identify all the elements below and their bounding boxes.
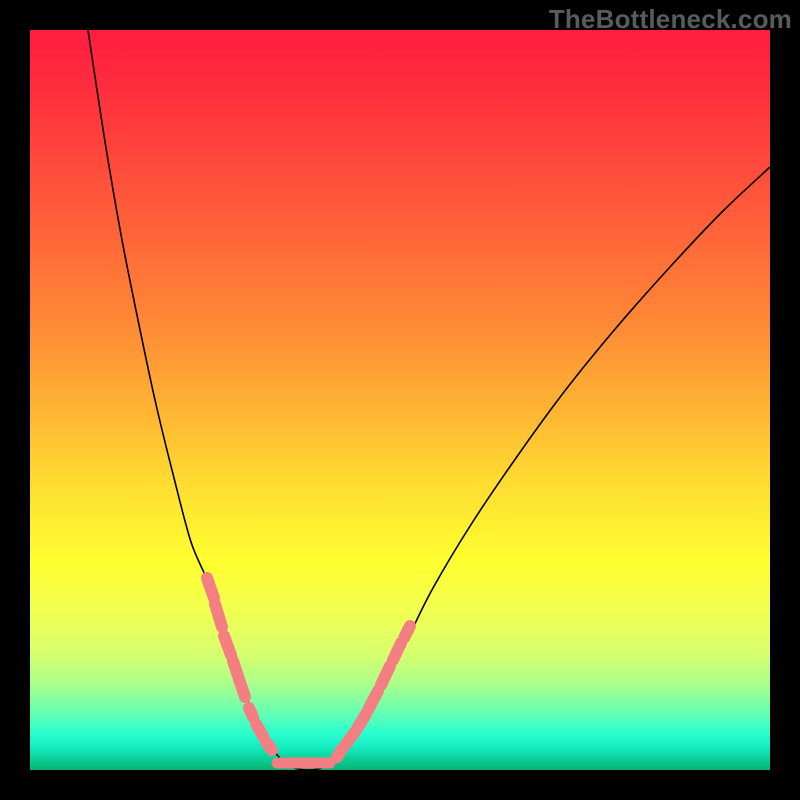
chart-frame: TheBottleneck.com xyxy=(0,0,800,800)
dot-segment xyxy=(215,604,222,627)
dot-segment xyxy=(346,733,354,744)
dot-segment xyxy=(393,643,401,660)
dot-segment xyxy=(368,691,378,710)
dot-segment xyxy=(256,724,263,736)
dot-segment xyxy=(404,626,410,638)
dot-segment xyxy=(207,578,214,598)
dot-segment xyxy=(249,708,253,717)
plot-area xyxy=(30,30,770,770)
dot-segment xyxy=(337,749,342,757)
curve-line xyxy=(88,30,770,770)
right-dot-cluster xyxy=(337,626,410,757)
dot-segment xyxy=(357,714,366,729)
left-dot-cluster xyxy=(207,578,272,750)
dot-segment xyxy=(224,636,231,655)
bottleneck-curve-chart xyxy=(30,30,770,770)
dot-segment xyxy=(233,661,245,697)
dot-segment xyxy=(266,742,272,750)
dot-segment xyxy=(381,666,390,685)
